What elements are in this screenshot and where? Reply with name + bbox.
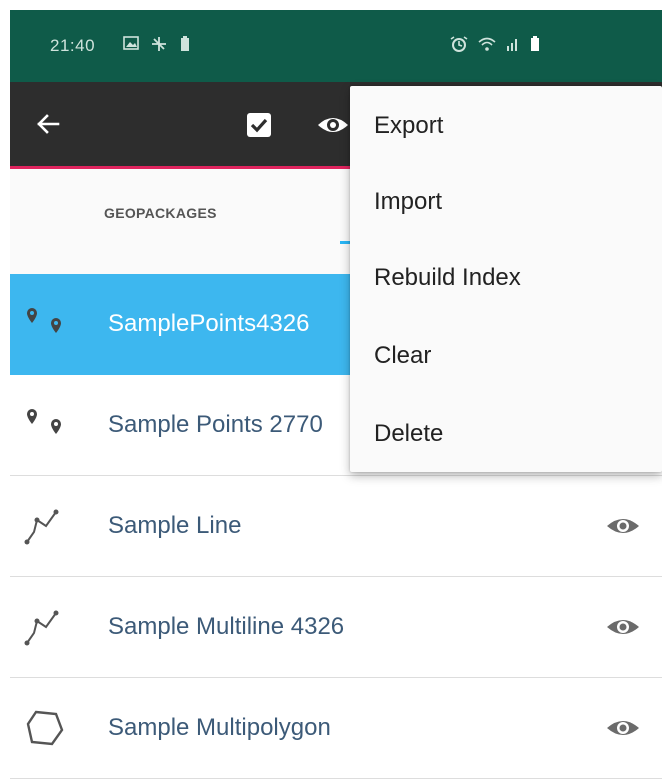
alarm-icon bbox=[450, 36, 468, 57]
checkbox-icon[interactable] bbox=[246, 112, 272, 138]
line-icon bbox=[22, 607, 68, 647]
menu-item-delete[interactable]: Delete bbox=[350, 398, 662, 470]
menu-item-clear[interactable]: Clear bbox=[350, 320, 662, 392]
eye-icon[interactable] bbox=[606, 514, 640, 538]
eye-icon[interactable] bbox=[316, 108, 350, 142]
tab-geopackages[interactable]: GEOPACKAGES bbox=[104, 205, 217, 221]
menu-item-import[interactable]: Import bbox=[350, 166, 662, 238]
list-item-label: SamplePoints4326 bbox=[108, 310, 310, 337]
list-item-label: Sample Line bbox=[108, 512, 242, 539]
list-item[interactable]: Sample Multiline 4326 bbox=[10, 577, 662, 678]
eye-icon[interactable] bbox=[606, 615, 640, 639]
status-bar: 21:40 bbox=[10, 10, 662, 82]
points-icon bbox=[22, 304, 68, 344]
menu-item-rebuild-index[interactable]: Rebuild Index bbox=[350, 242, 662, 314]
sync-icon bbox=[151, 36, 167, 57]
signal-icon bbox=[506, 36, 520, 57]
list-item[interactable]: Sample Line bbox=[10, 476, 662, 577]
list-item-label: Sample Multiline 4326 bbox=[108, 613, 345, 640]
line-icon bbox=[22, 506, 68, 546]
points-icon bbox=[22, 405, 68, 445]
overflow-menu: Export Import Rebuild Index Clear Delete bbox=[350, 86, 662, 472]
back-arrow-icon[interactable] bbox=[34, 110, 62, 138]
list-item[interactable]: Sample Multipolygon bbox=[10, 678, 662, 779]
battery-saver-icon bbox=[179, 36, 191, 57]
menu-item-export[interactable]: Export bbox=[350, 90, 662, 162]
eye-icon[interactable] bbox=[606, 716, 640, 740]
battery-icon bbox=[530, 36, 540, 57]
list-item-label: Sample Points 2770 bbox=[108, 411, 323, 438]
image-icon bbox=[123, 36, 139, 57]
polygon-icon bbox=[22, 708, 68, 748]
list-item-label: Sample Multipolygon bbox=[108, 714, 331, 741]
wifi-icon bbox=[478, 36, 496, 57]
status-time: 21:40 bbox=[50, 36, 96, 55]
